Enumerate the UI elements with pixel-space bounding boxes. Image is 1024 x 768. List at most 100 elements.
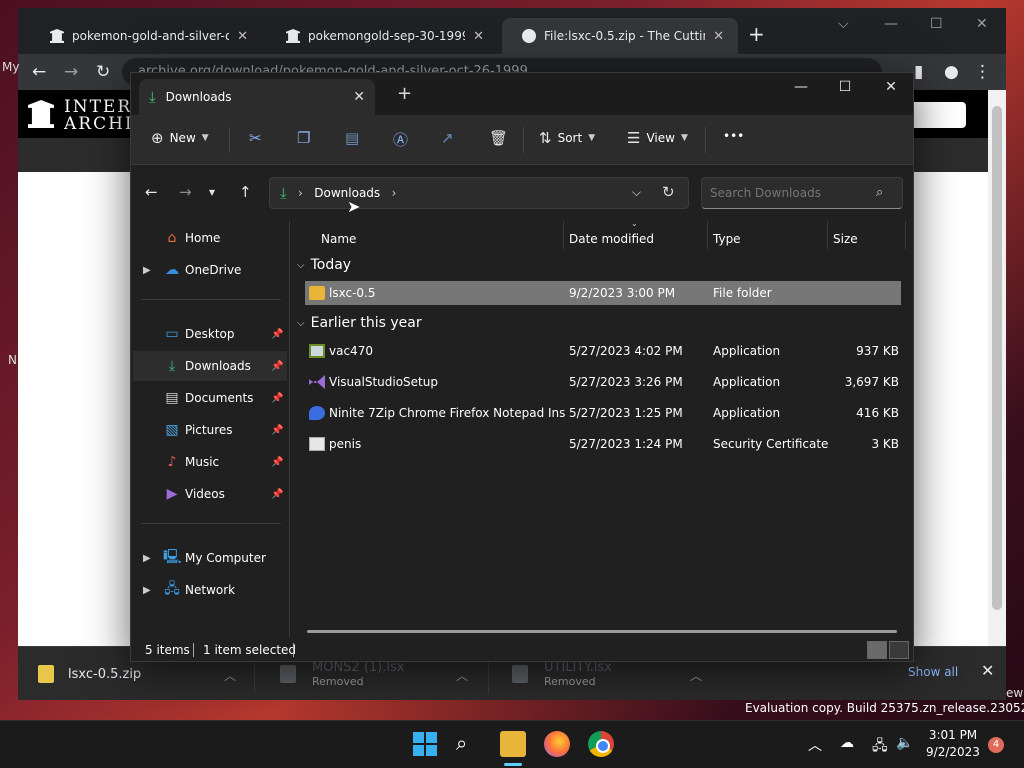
search-icon[interactable]: ⌕	[876, 185, 883, 200]
chevron-up-icon[interactable]: ︿	[690, 667, 702, 684]
internet-archive-wordmark[interactable]: INTERN ARCHIV	[64, 99, 134, 133]
nav-item-documents[interactable]: ▤ Documents 📌	[133, 383, 287, 413]
chrome-icon[interactable]	[588, 731, 614, 757]
close-icon[interactable]: ✕	[237, 29, 248, 44]
chevron-right-icon[interactable]: ▶	[143, 585, 151, 596]
file-row[interactable]: VisualStudioSetup 5/27/2023 3:26 PM Appl…	[305, 370, 901, 394]
chevron-up-icon[interactable]: ︿	[224, 667, 236, 684]
firefox-icon[interactable]	[544, 731, 570, 757]
show-all-downloads-link[interactable]: Show all	[908, 665, 958, 679]
copy-button[interactable]: ❐	[297, 129, 310, 147]
new-tab-plus-icon[interactable]: +	[748, 24, 765, 44]
group-header-earlier-this-year[interactable]: ⌵ Earlier this year	[297, 315, 422, 331]
group-header-today[interactable]: ⌵ Today	[297, 257, 351, 273]
internet-archive-logo-icon[interactable]	[28, 100, 54, 128]
nav-item-home[interactable]: ⌂ Home	[133, 223, 287, 253]
close-window-icon[interactable]: ✕	[976, 16, 988, 32]
column-header-name[interactable]: Name	[321, 227, 356, 255]
share-button[interactable]: ↗	[441, 129, 454, 147]
start-windows-icon[interactable]	[412, 731, 438, 757]
breadcrumb-separator-icon[interactable]: ›	[392, 186, 397, 200]
new-button[interactable]: ⊕ New ▼	[151, 129, 209, 147]
cut-button[interactable]: ✂	[249, 129, 262, 147]
pane-splitter[interactable]	[289, 221, 290, 637]
close-icon[interactable]: ✕	[353, 89, 365, 105]
file-row[interactable]: vac470 5/27/2023 4:02 PM Application 937…	[305, 339, 901, 363]
details-view-button[interactable]	[867, 641, 887, 659]
pin-icon[interactable]: 📌	[271, 457, 283, 468]
close-icon[interactable]: ✕	[713, 29, 724, 44]
explorer-tab-downloads[interactable]: ⤓ Downloads ✕	[139, 79, 375, 115]
search-input[interactable]	[710, 186, 870, 200]
site-search-input[interactable]	[908, 102, 966, 128]
new-tab-plus-icon[interactable]: +	[397, 85, 412, 103]
nav-item-videos[interactable]: ▶ Videos 📌	[133, 479, 287, 509]
sidebar-icon[interactable]: ▮	[914, 62, 923, 82]
nav-item-my-computer[interactable]: ▶ 🖳 My Computer	[133, 543, 287, 573]
file-explorer-icon[interactable]	[500, 731, 526, 757]
view-button[interactable]: ☰ View ▼	[627, 129, 688, 147]
pin-icon[interactable]: 📌	[271, 329, 283, 340]
nav-item-downloads[interactable]: ⤓ Downloads 📌	[133, 351, 287, 381]
nav-item-desktop[interactable]: ▭ Desktop 📌	[133, 319, 287, 349]
forward-arrow-icon[interactable]: →	[64, 62, 78, 82]
chevron-down-icon[interactable]: ⌵	[838, 16, 849, 32]
file-row[interactable]: Ninite 7Zip Chrome Firefox Notepad Inst.…	[305, 401, 901, 425]
back-arrow-icon[interactable]: ←	[32, 62, 46, 82]
pin-icon[interactable]: 📌	[271, 361, 283, 372]
search-box[interactable]: ⌕	[701, 177, 903, 209]
cloud-offline-icon[interactable]: ☁	[840, 735, 854, 751]
rename-button[interactable]: Ⓐ	[393, 129, 408, 150]
file-row[interactable]: penis 5/27/2023 1:24 PM Security Certifi…	[305, 432, 901, 456]
more-options-button[interactable]: •••	[723, 129, 744, 143]
system-clock[interactable]: 3:01 PM 9/2/2023	[922, 727, 984, 761]
page-scrollbar[interactable]	[988, 90, 1006, 646]
chevron-right-icon[interactable]: ▶	[143, 553, 151, 564]
pin-icon[interactable]: 📌	[271, 393, 283, 404]
maximize-icon[interactable]: ☐	[825, 79, 865, 95]
search-icon[interactable]: ⌕	[456, 731, 482, 757]
nav-item-onedrive[interactable]: ▶ ☁ OneDrive	[133, 255, 287, 285]
tiles-view-button[interactable]	[889, 641, 909, 659]
refresh-icon[interactable]: ↻	[662, 183, 675, 201]
up-arrow-icon[interactable]: ↑	[239, 183, 252, 201]
close-icon[interactable]: ✕	[981, 661, 994, 680]
paste-button[interactable]: ▤	[345, 129, 359, 147]
file-row[interactable]: lsxc-0.5 9/2/2023 3:00 PM File folder	[305, 281, 901, 305]
sort-button[interactable]: ⇅ Sort ▼	[539, 129, 595, 147]
notification-badge[interactable]: 4	[988, 737, 1004, 753]
minimize-icon[interactable]: —	[781, 79, 821, 95]
scrollbar-thumb[interactable]	[992, 106, 1002, 610]
pin-icon[interactable]: 📌	[271, 425, 283, 436]
pin-icon[interactable]: 📌	[271, 489, 283, 500]
profile-icon[interactable]: ●	[944, 62, 959, 82]
speaker-icon[interactable]: 🔈	[896, 735, 913, 751]
maximize-icon[interactable]: ☐	[930, 16, 943, 32]
nav-item-pictures[interactable]: ▧ Pictures 📌	[133, 415, 287, 445]
column-header-type[interactable]: Type	[713, 227, 741, 255]
forward-arrow-icon[interactable]: →	[179, 183, 192, 201]
minimize-icon[interactable]: —	[884, 16, 898, 32]
recent-locations-chevron-icon[interactable]: ▾	[209, 185, 215, 199]
nav-item-network[interactable]: ▶ 🖧 Network	[133, 575, 287, 605]
column-header-size[interactable]: Size	[833, 227, 858, 255]
chevron-down-icon[interactable]: ⌵	[632, 185, 641, 200]
address-bar[interactable]: ⤓ › Downloads › ⌵ ↻	[269, 177, 689, 209]
column-header-date-modified[interactable]: Date modified	[569, 227, 654, 255]
close-window-icon[interactable]: ✕	[871, 79, 911, 95]
chevron-up-icon[interactable]: ︿	[808, 735, 822, 755]
reload-icon[interactable]: ↻	[96, 62, 110, 82]
download-item[interactable]: lsxc-0.5.zip	[38, 647, 141, 701]
chevron-up-icon[interactable]: ︿	[456, 667, 468, 684]
kebab-menu-icon[interactable]: ⋮	[974, 62, 991, 82]
network-icon[interactable]: 🖧	[872, 735, 888, 759]
nav-item-music[interactable]: ♪ Music 📌	[133, 447, 287, 477]
close-icon[interactable]: ✕	[473, 29, 484, 44]
chevron-right-icon[interactable]: ▶	[143, 265, 151, 276]
back-arrow-icon[interactable]: ←	[145, 183, 158, 201]
browser-tab-2[interactable]: pokemongold-sep-30-1999 direc ✕	[266, 18, 498, 54]
horizontal-scrollbar[interactable]	[307, 630, 897, 633]
delete-button[interactable]: 🗑	[489, 129, 508, 147]
browser-tab-1[interactable]: pokemon-gold-and-silver-oct-2( ✕	[30, 18, 262, 54]
browser-tab-3[interactable]: File:lsxc-0.5.zip - The Cutting Ro ✕	[502, 18, 738, 54]
